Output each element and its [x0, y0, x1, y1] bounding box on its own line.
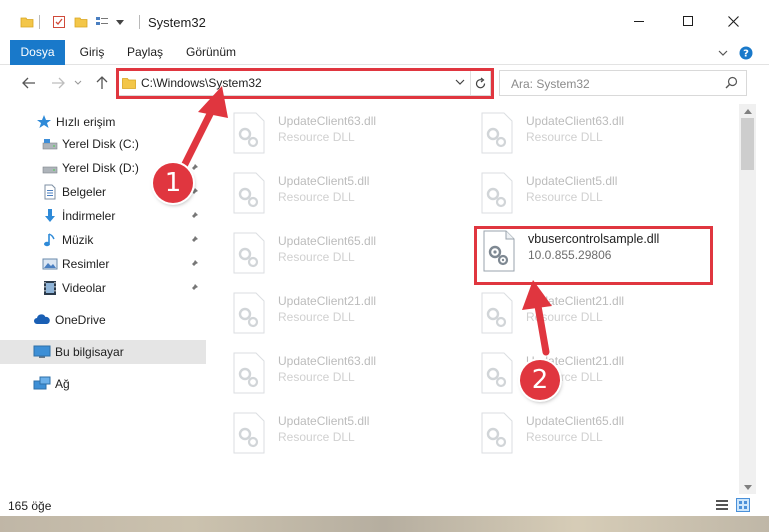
arrow-1-shaft: [178, 106, 216, 174]
annotation-arrows: [178, 86, 552, 356]
arrow-2-shaft: [534, 302, 550, 356]
file-explorer-window: System32 Dosya Giriş Paylaş Görünüm ? C:…: [0, 0, 769, 532]
annotation-badge-1: 1: [153, 163, 193, 203]
annotation-badge-2: 2: [520, 360, 560, 400]
arrow-2-head: [522, 280, 552, 310]
arrow-1-head: [198, 86, 228, 118]
